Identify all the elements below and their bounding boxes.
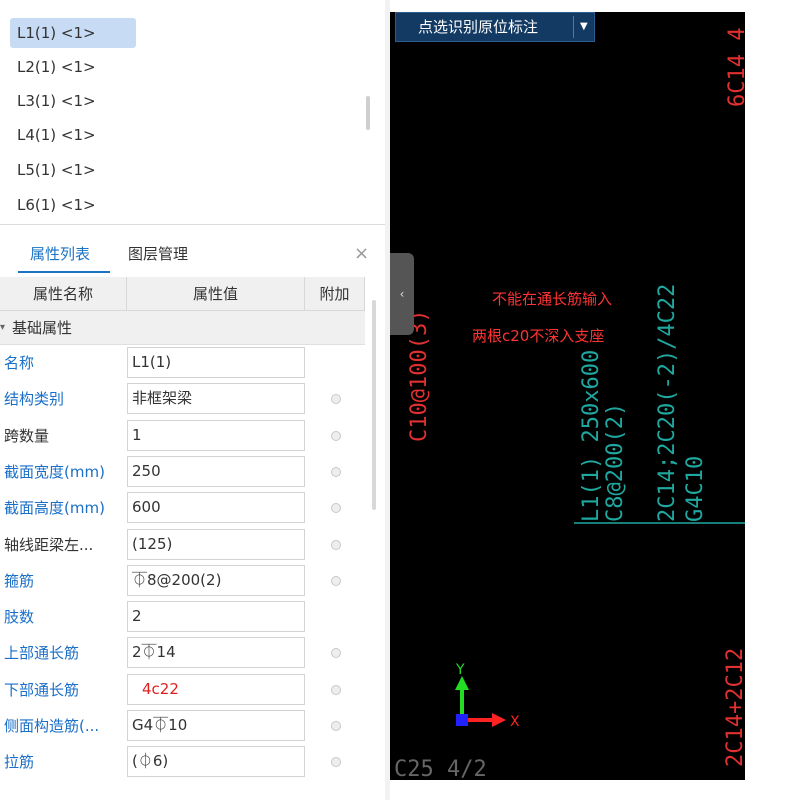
cad-beam-text-3: 2C14;2C20(-2)/4C22	[655, 284, 680, 522]
extra-option-icon[interactable]	[331, 503, 341, 514]
caret-down-icon[interactable]: ▾	[0, 311, 5, 345]
extra-option-icon[interactable]	[331, 466, 341, 477]
property-value-field[interactable]: 2	[127, 601, 305, 633]
chevron-left-icon[interactable]: ‹	[400, 287, 405, 301]
property-value-field[interactable]: ⏁8@200(2)	[127, 564, 305, 596]
toolbar-separator	[573, 16, 574, 38]
beam-list-item[interactable]: L1(1) <1>	[10, 18, 136, 48]
active-tab-indicator	[18, 271, 110, 273]
chevron-down-icon[interactable]: ▼	[580, 13, 588, 41]
property-row[interactable]: 拉筋 (⏀6)	[0, 744, 365, 780]
beam-list-item[interactable]: L2(1) <1>	[10, 52, 136, 82]
property-name: 下部通长筋	[4, 680, 80, 699]
beam-list-item[interactable]: L3(1) <1>	[10, 86, 136, 116]
axis-y-label: Y	[455, 662, 465, 678]
property-name: 截面高度(mm)	[4, 499, 105, 518]
column-header-name: 属性名称	[0, 277, 127, 311]
property-row[interactable]: 肢数 2	[0, 599, 365, 635]
property-name: 上部通长筋	[4, 644, 80, 663]
property-row[interactable]: 结构类别 非框架梁	[0, 381, 365, 417]
identify-annotation-button[interactable]: 点选识别原位标注	[418, 13, 538, 41]
beam-list-item[interactable]: L5(1) <1>	[10, 155, 136, 185]
identify-annotation-dropdown[interactable]: 点选识别原位标注 ▼	[395, 12, 595, 42]
property-row[interactable]: 上部通长筋 2⏁14	[0, 635, 365, 671]
app-window: L1(1) <1> L2(1) <1> L3(1) <1> L4(1) <1> …	[0, 0, 787, 800]
property-row[interactable]: 名称 L1(1)	[0, 345, 365, 381]
property-row[interactable]: 侧面构造筋(... G4⏁10	[0, 708, 365, 744]
extra-option-icon[interactable]	[331, 721, 341, 731]
annotation-line-2: 两根c20不深入支座	[472, 327, 604, 345]
property-row[interactable]: 下部通长筋 4c22	[0, 672, 365, 708]
property-name: 结构类别	[4, 390, 65, 409]
close-icon[interactable]: ×	[354, 242, 369, 266]
axis-x-label: X	[510, 714, 520, 730]
property-row[interactable]: 截面高度(mm) 600	[0, 490, 365, 526]
property-value-field[interactable]: 600	[127, 492, 305, 524]
grid-scrollbar[interactable]	[372, 300, 376, 510]
cad-text-top-right: 6C14 4	[725, 28, 745, 107]
ucs-axis-icon: Y X	[455, 662, 520, 730]
divider	[0, 224, 385, 225]
property-value-field[interactable]: 2⏁14	[127, 637, 305, 669]
tab-layer-management[interactable]: 图层管理	[128, 235, 188, 273]
property-row[interactable]: 截面宽度(mm) 250	[0, 454, 365, 490]
property-name: 侧面构造筋(...	[4, 717, 100, 735]
beam-list-item[interactable]: L6(1) <1>	[10, 190, 136, 220]
beam-list: L1(1) <1> L2(1) <1> L3(1) <1> L4(1) <1> …	[0, 0, 385, 224]
extra-option-icon[interactable]	[331, 648, 341, 659]
column-header-extra: 附加	[305, 277, 365, 311]
property-group-row[interactable]: ▾ 基础属性	[0, 311, 365, 345]
property-name: 拉筋	[4, 753, 35, 772]
property-value-field[interactable]: (125)	[127, 528, 305, 560]
left-panel: L1(1) <1> L2(1) <1> L3(1) <1> L4(1) <1> …	[0, 0, 385, 800]
property-value-field[interactable]: G4⏁10	[127, 710, 305, 741]
panel-tabs: 属性列表 图层管理 ×	[0, 235, 385, 273]
right-margin	[745, 0, 787, 800]
property-value-field[interactable]: 250	[127, 455, 305, 487]
extra-option-icon[interactable]	[331, 430, 341, 441]
tab-property-list[interactable]: 属性列表	[30, 235, 90, 273]
property-name: 名称	[4, 354, 35, 372]
list-scrollbar[interactable]	[366, 96, 370, 130]
extra-option-icon[interactable]	[331, 684, 341, 695]
property-name: 截面宽度(mm)	[4, 462, 105, 481]
cad-beam-text-4: G4C10	[683, 456, 708, 522]
property-name: 肢数	[4, 608, 35, 627]
cad-drawing: 6C14 4 C10@100(3) L1(1) 250x600 C8@200(2…	[394, 28, 745, 780]
property-name: 箍筋	[4, 571, 35, 590]
property-name: 轴线距梁左...	[4, 535, 94, 554]
extra-option-icon[interactable]	[331, 575, 341, 586]
property-name: 跨数量	[4, 426, 50, 445]
property-value-field[interactable]: 1	[127, 419, 305, 451]
collapse-panel-handle[interactable]: ‹	[390, 253, 414, 335]
property-value-field[interactable]: 非框架梁	[127, 383, 305, 415]
bottom-margin	[390, 780, 787, 800]
property-value-field[interactable]: L1(1)	[127, 347, 305, 378]
property-row[interactable]: 跨数量 1	[0, 418, 365, 454]
cad-beam-text-2: C8@200(2)	[603, 403, 628, 522]
extra-option-icon[interactable]	[331, 394, 341, 405]
extra-option-icon[interactable]	[331, 539, 341, 550]
column-header-value: 属性值	[127, 277, 305, 311]
extra-option-icon[interactable]	[331, 757, 341, 768]
property-group-label: 基础属性	[12, 319, 73, 337]
property-value-field[interactable]: 4c22	[127, 673, 305, 705]
annotation-line-1: 不能在通长筋输入	[492, 290, 612, 308]
cad-text-bottom-left: C25 4/2	[394, 757, 487, 780]
beam-list-item[interactable]: L4(1) <1>	[10, 120, 136, 150]
property-row[interactable]: 箍筋 ⏁8@200(2)	[0, 563, 365, 599]
cad-text-bottom-right: 2C14+2C12	[723, 648, 745, 767]
property-value-field[interactable]: (⏀6)	[127, 746, 305, 778]
cad-beam-text-1: L1(1) 250x600	[579, 350, 604, 522]
property-row[interactable]: 轴线距梁左... (125)	[0, 527, 365, 563]
